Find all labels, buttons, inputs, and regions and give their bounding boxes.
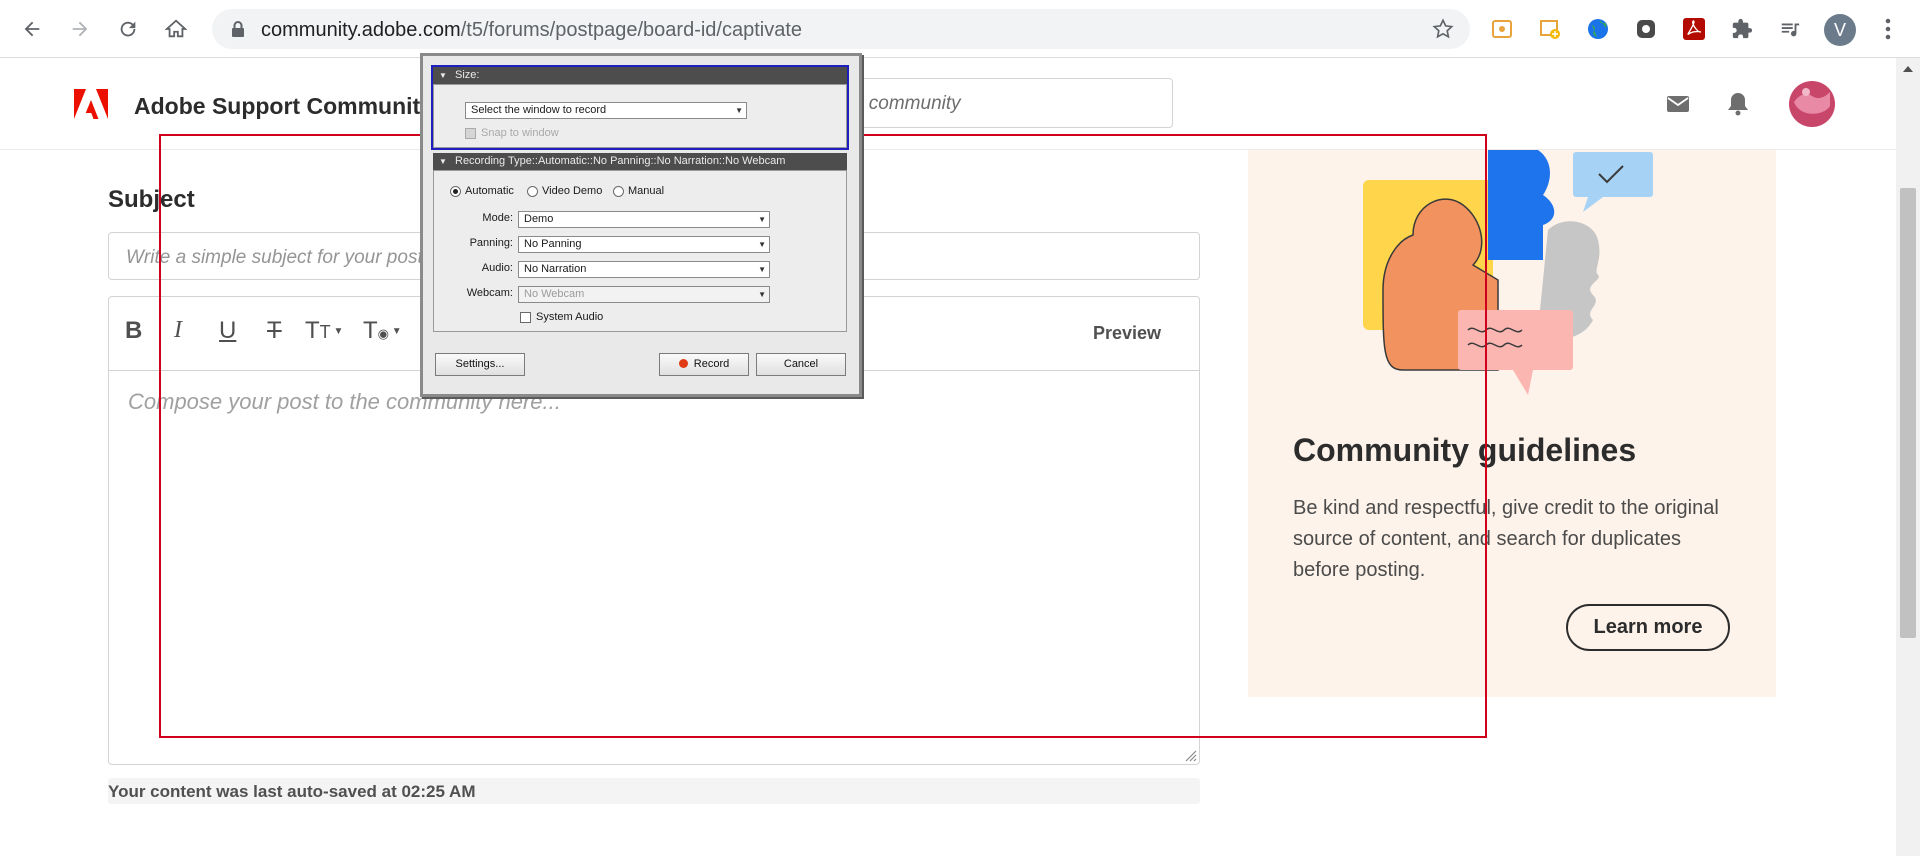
arrow-right-icon <box>72 21 88 37</box>
mode-manual-label: Manual <box>628 185 665 197</box>
puzzle-icon <box>1732 18 1753 39</box>
record-button[interactable]: Record <box>659 353 749 376</box>
more-vertical-icon <box>1885 18 1891 40</box>
forward-button[interactable] <box>62 11 98 47</box>
globe-icon <box>1588 19 1608 39</box>
extensions-button[interactable] <box>1726 13 1758 45</box>
mail-icon[interactable] <box>1666 94 1690 114</box>
url-text: community.adobe.com/t5/forums/postpage/b… <box>261 19 802 42</box>
record-dot-icon <box>678 359 688 368</box>
autosave-status: Your content was last auto-saved at 02:2… <box>108 778 1200 804</box>
window-select-dropdown[interactable]: Select the window to record <box>465 102 747 119</box>
mode-label: Mode: <box>482 212 513 224</box>
system-audio-checkbox[interactable] <box>520 312 531 323</box>
media-control-button[interactable] <box>1774 13 1806 45</box>
mode-manual-radio[interactable] <box>613 186 624 197</box>
arrow-left-icon <box>24 21 40 37</box>
autosave-text: Your content was last auto-saved at 02:2… <box>108 782 476 801</box>
scroll-up-arrow-icon[interactable] <box>1903 66 1913 72</box>
extension-screen-capture[interactable] <box>1486 13 1518 45</box>
mode-dropdown[interactable]: Demo <box>518 211 770 228</box>
screen-capture-icon <box>1492 20 1512 38</box>
extension-puzzle-dark-icon <box>1637 20 1655 38</box>
mode-video-demo-label: Video Demo <box>542 185 603 197</box>
size-section-header[interactable]: Size: <box>433 67 847 84</box>
mode-automatic-label: Automatic <box>465 185 514 197</box>
audio-label: Audio: <box>481 262 513 274</box>
adobe-logo-icon[interactable] <box>74 89 108 119</box>
mode-automatic-radio[interactable] <box>450 186 461 197</box>
mode-video-demo-radio[interactable] <box>527 186 538 197</box>
audio-dropdown[interactable]: No Narration <box>518 261 770 278</box>
snap-to-window-checkbox[interactable] <box>465 128 476 139</box>
tab-add-icon <box>1540 20 1560 39</box>
recording-type-header[interactable]: Recording Type::Automatic::No Panning::N… <box>433 153 847 170</box>
bold-button[interactable]: B <box>125 317 142 345</box>
user-avatar-icon[interactable] <box>1788 80 1836 128</box>
extension-acrobat[interactable] <box>1678 13 1710 45</box>
record-button-label: Record <box>693 358 730 370</box>
reload-button[interactable] <box>110 11 146 47</box>
captivate-record-dialog: Size: Select the window to record Snap t… <box>420 53 862 397</box>
panning-label: Panning: <box>469 237 513 249</box>
browser-menu-button[interactable] <box>1872 13 1904 45</box>
bookmark-star-icon[interactable] <box>1432 18 1454 40</box>
profile-avatar[interactable]: V <box>1824 14 1856 46</box>
page-scrollbar[interactable] <box>1896 58 1920 856</box>
webcam-dropdown[interactable]: No Webcam <box>518 286 770 303</box>
learn-more-button[interactable]: Learn more <box>1566 604 1730 651</box>
lock-icon <box>232 21 244 37</box>
scroll-thumb[interactable] <box>1900 188 1916 638</box>
site-title[interactable]: Adobe Support Community <box>134 93 433 120</box>
url-host: community.adobe.com <box>261 19 461 41</box>
acrobat-icon <box>1683 18 1705 40</box>
home-button[interactable] <box>158 11 194 47</box>
system-audio-label: System Audio <box>536 311 604 323</box>
resize-grip-icon[interactable] <box>1183 748 1197 762</box>
settings-button[interactable]: Settings... <box>435 353 525 376</box>
webcam-label: Webcam: <box>466 287 513 299</box>
playlist-icon <box>1781 23 1800 37</box>
url-path: /t5/forums/postpage/board-id/captivate <box>460 19 803 41</box>
extension-tab-add[interactable] <box>1534 13 1566 45</box>
bell-icon[interactable] <box>1727 91 1749 116</box>
browser-toolbar: community.adobe.com/t5/forums/postpage/b… <box>0 0 1920 58</box>
reload-icon <box>120 21 136 37</box>
extension-dark[interactable] <box>1630 13 1662 45</box>
home-icon <box>165 19 187 38</box>
back-button[interactable] <box>14 11 50 47</box>
snap-to-window-label: Snap to window <box>481 127 559 139</box>
cancel-button[interactable]: Cancel <box>756 353 846 376</box>
search-placeholder: s community <box>854 93 961 114</box>
panning-dropdown[interactable]: No Panning <box>518 236 770 253</box>
extension-globe[interactable] <box>1582 13 1614 45</box>
address-bar[interactable]: community.adobe.com/t5/forums/postpage/b… <box>212 9 1470 49</box>
